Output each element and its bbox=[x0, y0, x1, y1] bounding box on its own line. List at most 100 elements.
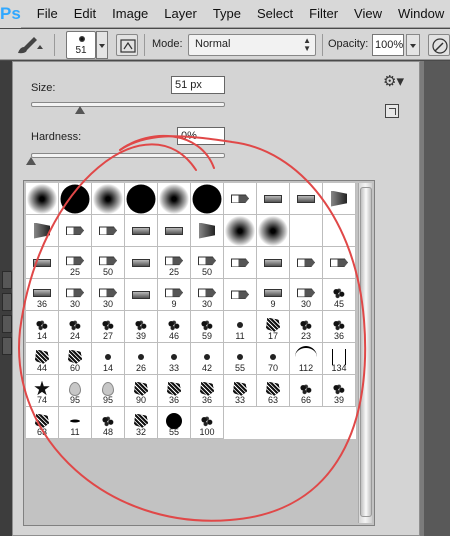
toggle-brush-panel-button[interactable] bbox=[116, 34, 138, 56]
brush-preset-picker[interactable]: 51 bbox=[66, 31, 96, 59]
brush-preset-tile[interactable]: 63 bbox=[26, 407, 59, 439]
brush-preset-tile[interactable] bbox=[26, 247, 59, 279]
brush-preset-tile[interactable]: 39 bbox=[323, 375, 356, 407]
size-slider-thumb[interactable] bbox=[74, 106, 85, 114]
brush-preset-tile[interactable]: 55 bbox=[158, 407, 191, 439]
brush-preset-tile[interactable]: 27 bbox=[92, 311, 125, 343]
brush-preset-tile[interactable] bbox=[224, 183, 257, 215]
brush-preset-tile[interactable] bbox=[158, 183, 191, 215]
brush-preset-tile[interactable]: 30 bbox=[59, 279, 92, 311]
brush-preset-tile[interactable]: 112 bbox=[290, 343, 323, 375]
menu-type[interactable]: Type bbox=[205, 0, 249, 28]
brush-preset-tile[interactable] bbox=[158, 215, 191, 247]
brush-preset-tile[interactable]: 70 bbox=[257, 343, 290, 375]
brush-preset-tile[interactable] bbox=[323, 247, 356, 279]
brush-preset-tile[interactable] bbox=[125, 215, 158, 247]
brush-preset-tile[interactable]: 55 bbox=[224, 343, 257, 375]
brush-preset-tile[interactable] bbox=[224, 215, 257, 247]
brush-preset-tile[interactable] bbox=[26, 183, 59, 215]
brush-preset-tile[interactable]: 30 bbox=[290, 279, 323, 311]
menu-image[interactable]: Image bbox=[104, 0, 156, 28]
size-input[interactable]: 51 px bbox=[171, 76, 225, 94]
brush-preset-tile[interactable]: 42 bbox=[191, 343, 224, 375]
brush-preset-tile[interactable] bbox=[290, 215, 323, 247]
brush-preset-tile[interactable]: 59 bbox=[191, 311, 224, 343]
menu-window[interactable]: Window bbox=[390, 0, 450, 28]
opacity-input[interactable]: 100% bbox=[372, 34, 404, 56]
brush-preset-tile[interactable]: 95 bbox=[92, 375, 125, 407]
brush-preset-tile[interactable]: 95 bbox=[59, 375, 92, 407]
brush-preset-tile[interactable]: 32 bbox=[125, 407, 158, 439]
size-slider-track[interactable] bbox=[31, 102, 225, 107]
mode-select[interactable]: Normal ▲ ▼ bbox=[188, 34, 316, 56]
brush-preset-tile[interactable] bbox=[59, 183, 92, 215]
brush-preset-tile[interactable]: 17 bbox=[257, 311, 290, 343]
brush-preset-tile[interactable]: 30 bbox=[92, 279, 125, 311]
brush-preset-tile[interactable]: 74 bbox=[26, 375, 59, 407]
brush-preset-tile[interactable]: 14 bbox=[92, 343, 125, 375]
brush-preset-tile[interactable]: 9 bbox=[158, 279, 191, 311]
brush-preset-tile[interactable]: 50 bbox=[92, 247, 125, 279]
pressure-opacity-button[interactable] bbox=[428, 34, 450, 56]
brush-preset-tile[interactable]: 30 bbox=[191, 279, 224, 311]
menu-edit[interactable]: Edit bbox=[66, 0, 104, 28]
brush-preset-tile[interactable] bbox=[290, 247, 323, 279]
brush-preset-tile[interactable]: 63 bbox=[257, 375, 290, 407]
brush-preset-tile[interactable]: 33 bbox=[224, 375, 257, 407]
brush-preset-tile[interactable] bbox=[125, 279, 158, 311]
menu-view[interactable]: View bbox=[346, 0, 390, 28]
brush-preset-tile[interactable]: 36 bbox=[158, 375, 191, 407]
tool-button[interactable] bbox=[2, 271, 12, 289]
brush-preset-tile[interactable] bbox=[125, 247, 158, 279]
brush-preset-tile[interactable]: 46 bbox=[158, 311, 191, 343]
tool-button[interactable] bbox=[2, 315, 12, 333]
brush-preset-tile[interactable]: 9 bbox=[257, 279, 290, 311]
gear-icon[interactable]: ⚙▾ bbox=[383, 72, 404, 90]
brush-preset-tile[interactable] bbox=[125, 183, 158, 215]
brush-preset-tile[interactable] bbox=[92, 215, 125, 247]
brush-preset-tile[interactable]: 11 bbox=[59, 407, 92, 439]
brush-preset-tile[interactable] bbox=[257, 215, 290, 247]
brush-preset-dropdown-button[interactable] bbox=[96, 31, 108, 59]
brush-preset-tile[interactable]: 36 bbox=[191, 375, 224, 407]
brush-preset-tile[interactable]: 45 bbox=[323, 279, 356, 311]
brush-preset-tile[interactable]: 23 bbox=[290, 311, 323, 343]
brush-preset-tile[interactable] bbox=[323, 215, 356, 247]
brush-preset-tile[interactable]: 90 bbox=[125, 375, 158, 407]
menu-filter[interactable]: Filter bbox=[301, 0, 346, 28]
brush-preset-tile[interactable]: 134 bbox=[323, 343, 356, 375]
brush-tool-button[interactable] bbox=[14, 33, 46, 57]
brush-preset-tile[interactable] bbox=[257, 183, 290, 215]
brush-preset-tile[interactable]: 36 bbox=[323, 311, 356, 343]
new-preset-icon[interactable] bbox=[385, 104, 399, 118]
brush-preset-tile[interactable]: 33 bbox=[158, 343, 191, 375]
brush-preset-tile[interactable] bbox=[191, 215, 224, 247]
brush-preset-tile[interactable]: 100 bbox=[191, 407, 224, 439]
brush-list-scrollbar[interactable] bbox=[358, 183, 372, 523]
brush-preset-tile[interactable]: 60 bbox=[59, 343, 92, 375]
brush-preset-tile[interactable] bbox=[323, 183, 356, 215]
menu-file[interactable]: File bbox=[29, 0, 66, 28]
opacity-dropdown-button[interactable] bbox=[406, 34, 420, 56]
tool-button[interactable] bbox=[2, 337, 12, 355]
brush-preset-tile[interactable] bbox=[224, 247, 257, 279]
hardness-input[interactable]: 0% bbox=[177, 127, 225, 145]
menu-select[interactable]: Select bbox=[249, 0, 301, 28]
hardness-slider-track[interactable] bbox=[31, 153, 225, 158]
brush-preset-tile[interactable] bbox=[59, 215, 92, 247]
brush-preset-tile[interactable]: 44 bbox=[26, 343, 59, 375]
scrollbar-thumb[interactable] bbox=[360, 187, 372, 517]
brush-preset-tile[interactable]: 26 bbox=[125, 343, 158, 375]
brush-preset-tile[interactable]: 39 bbox=[125, 311, 158, 343]
brush-preset-tile[interactable]: 66 bbox=[290, 375, 323, 407]
brush-preset-tile[interactable]: 24 bbox=[59, 311, 92, 343]
hardness-slider-thumb[interactable] bbox=[26, 157, 36, 165]
brush-preset-tile[interactable] bbox=[224, 279, 257, 311]
tool-button[interactable] bbox=[2, 293, 12, 311]
brush-preset-tile[interactable]: 25 bbox=[158, 247, 191, 279]
brush-preset-tile[interactable]: 25 bbox=[59, 247, 92, 279]
brush-preset-tile[interactable] bbox=[191, 183, 224, 215]
menu-layer[interactable]: Layer bbox=[156, 0, 205, 28]
brush-preset-tile[interactable] bbox=[290, 183, 323, 215]
brush-preset-tile[interactable]: 14 bbox=[26, 311, 59, 343]
